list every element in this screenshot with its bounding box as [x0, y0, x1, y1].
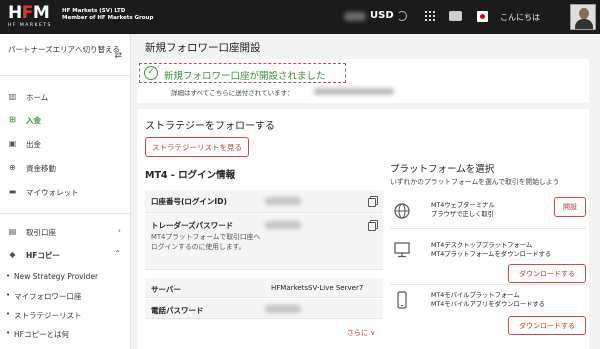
details-sent-text: 詳細はすべてこちらに送付されています：	[171, 89, 294, 97]
login-info-title: MT4 - ログイン情報	[145, 170, 236, 181]
hfm-logo[interactable]: HFM HF MARKETS	[8, 3, 52, 29]
desktop-monitor-icon	[394, 242, 410, 258]
platform-mobile-name: MT4モバイルプラットフォーム	[431, 292, 520, 299]
company-group: Member of HF Markets Group	[62, 15, 154, 21]
transfer-icon: ⊕	[9, 163, 16, 172]
deposit-icon: ⊞	[9, 115, 16, 124]
platform-webterminal-name: MT4ウェブターミナル	[431, 202, 495, 209]
sidebar-item-label: 資金移動	[26, 164, 56, 173]
platform-desktop: MT4デスクトッププラットフォーム MT4プラットフォームをダウンロードする ダ…	[390, 235, 586, 285]
sidebar-item-hfcopy[interactable]: ◆ HFコピー ⌃	[0, 246, 130, 264]
sidebar-item-transfer[interactable]: ⊕ 資金移動	[0, 159, 130, 177]
platform-mobile-desc: MT4モバイルアプリをダウンロードする	[431, 301, 546, 308]
platform-mobile: MT4モバイルプラットフォーム MT4モバイルアプリをダウンロードする ダウンロ…	[390, 287, 586, 342]
platform-desktop-desc: MT4プラットフォームをダウンロードする	[431, 251, 552, 258]
platform-desktop-text: MT4デスクトッププラットフォーム MT4プラットフォームをダウンロードする	[431, 241, 551, 259]
check-circle-icon: ✓	[144, 66, 158, 80]
chart-bar-icon: ▥	[8, 92, 17, 101]
balance-amount-blurred	[344, 12, 366, 21]
sidebar-item-label: HFコピー	[26, 251, 60, 260]
sidebar-item-label: 入金	[26, 116, 41, 125]
success-message: 新規フォロワー口座が開設されました	[164, 71, 326, 82]
trader-password-description: MT4プラットフォームで取引口座へログインするのに使用します。	[151, 233, 261, 251]
sidebar: パートナーズエリアへ切り替える ⇄ ▥ ホーム ⊞ 入金 ▣ 出金 ⊕ 資金移動…	[0, 34, 131, 349]
sidebar-divider	[0, 213, 130, 214]
platform-webterminal-text: MT4ウェブターミナル ブラウザで正しく取引	[431, 201, 495, 219]
platform-webterminal-desc: ブラウザで正しく取引	[431, 211, 494, 218]
apps-grid-icon[interactable]	[425, 11, 435, 21]
sidebar-item-home[interactable]: ▥ ホーム	[0, 88, 130, 106]
platform-section-title: プラットフォームを選択	[390, 164, 495, 175]
show-more-link[interactable]: さらに ∨	[347, 328, 375, 338]
wallet-icon: ▬	[8, 187, 17, 196]
platform-desktop-name: MT4デスクトッププラットフォーム	[431, 242, 533, 249]
logo-mark: HFM	[8, 3, 50, 23]
trader-password-row: トレーダーズパスワード MT4プラットフォームで取引口座へログインするのに使用し…	[145, 214, 383, 270]
japan-flag-icon[interactable]	[477, 11, 488, 22]
accounts-icon: ▤	[8, 227, 17, 236]
platform-section-subtitle: いずれかのプラットフォームを選んで取引を開始しよう	[390, 178, 560, 186]
download-desktop-button[interactable]: ダウンロードする	[508, 264, 586, 283]
sidebar-item-label: 取引口座	[26, 228, 56, 237]
currency-label: USD	[370, 10, 394, 21]
globe-icon	[394, 203, 410, 219]
view-strategy-list-button[interactable]: ストラテジーリストを見る	[145, 137, 249, 157]
phone-password-blurred	[265, 305, 301, 313]
sidebar-item-label: ホーム	[26, 93, 49, 102]
trader-password-blurred	[265, 221, 301, 229]
phone-password-row: 電話パスワード	[145, 299, 383, 319]
user-avatar[interactable]	[570, 4, 596, 30]
sidebar-subitem-new-strategy-provider[interactable]: New Strategy Provider	[6, 272, 98, 281]
company-name: HF Markets (SV) LTD	[62, 8, 126, 14]
success-card: ✓ 新規フォロワー口座が開設されました 詳細はすべてこちらに送付されています：	[137, 59, 589, 103]
download-mobile-button[interactable]: ダウンロードする	[508, 316, 586, 335]
sidebar-item-label: マイウォレット	[26, 188, 79, 197]
sidebar-subitem-my-follower-accounts[interactable]: マイフォロワー口座	[6, 291, 81, 302]
sidebar-item-trading-accounts[interactable]: ▤ 取引口座 ›	[0, 223, 130, 241]
hfcopy-icon: ◆	[9, 250, 16, 259]
account-number-row: 口座番号(ログインID)	[145, 190, 383, 213]
top-bar: HFM HF MARKETS HF Markets (SV) LTD Membe…	[0, 0, 600, 34]
chevron-right-icon: ›	[117, 226, 121, 235]
server-value: HFMarketsSV-Live Server7	[271, 284, 364, 292]
withdraw-icon: ▣	[8, 139, 17, 148]
partner-area-switch[interactable]: パートナーズエリアへ切り替える ⇄	[0, 34, 130, 76]
phone-password-label: 電話パスワード	[151, 306, 204, 315]
open-webterminal-button[interactable]: 開設	[554, 197, 586, 217]
greeting-text: こんにちは	[500, 13, 540, 22]
chevron-up-icon: ⌃	[114, 249, 121, 258]
account-number-label: 口座番号(ログインID)	[151, 197, 227, 206]
sidebar-item-wallet[interactable]: ▬ マイウォレット	[0, 183, 130, 201]
sidebar-item-withdraw[interactable]: ▣ 出金	[0, 135, 130, 153]
sidebar-subitem-strategy-list[interactable]: ストラテジーリスト	[6, 310, 81, 321]
email-blurred	[314, 88, 394, 95]
sidebar-item-label: 出金	[26, 140, 41, 149]
server-label: サーバー	[151, 285, 181, 294]
switch-arrows-icon: ⇄	[114, 51, 122, 61]
logo-subtext: HF MARKETS	[8, 23, 52, 28]
copy-icon[interactable]	[368, 220, 378, 231]
sidebar-subitem-what-is-hfcopy[interactable]: HFコピーとは何	[6, 329, 69, 340]
refresh-icon[interactable]	[397, 11, 407, 21]
partner-area-label: パートナーズエリアへ切り替える	[8, 45, 120, 54]
copy-icon[interactable]	[368, 196, 378, 207]
sidebar-item-deposit[interactable]: ⊞ 入金	[0, 111, 130, 129]
mobile-phone-icon	[397, 291, 407, 309]
platform-mobile-text: MT4モバイルプラットフォーム MT4モバイルアプリをダウンロードする	[431, 291, 545, 309]
page-title: 新規フォロワー口座開設	[145, 42, 261, 54]
account-number-blurred	[265, 197, 301, 205]
server-row: サーバー HFMarketsSV-Live Server7	[145, 278, 383, 298]
strategy-section-title: ストラテジーをフォローする	[145, 121, 275, 132]
strategy-card: ストラテジーをフォローする ストラテジーリストを見る MT4 - ログイン情報 …	[137, 109, 589, 349]
chat-icon[interactable]	[449, 11, 462, 21]
company-info: HF Markets (SV) LTD Member of HF Markets…	[62, 8, 153, 22]
platform-webterminal: MT4ウェブターミナル ブラウザで正しく取引 開設	[390, 193, 586, 229]
trader-password-label: トレーダーズパスワード	[151, 221, 234, 230]
